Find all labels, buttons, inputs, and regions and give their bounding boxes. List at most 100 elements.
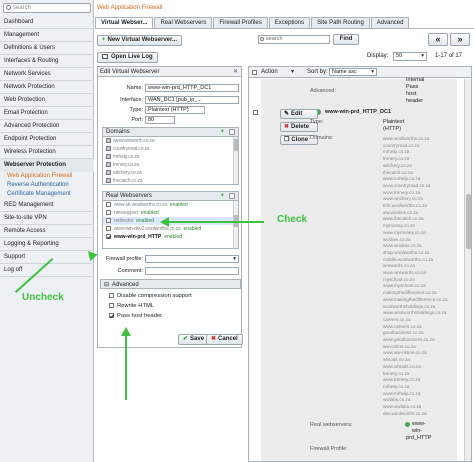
port-row: Port: 80 bbox=[98, 116, 243, 125]
search-icon bbox=[6, 5, 11, 10]
edit-button[interactable]: ✎ Edit bbox=[280, 109, 318, 119]
item-checkbox[interactable] bbox=[253, 110, 258, 115]
open-live-log-button[interactable]: Open Live Log bbox=[97, 52, 158, 63]
sidebar-item-logging-reporting[interactable]: Logging & Reporting bbox=[0, 238, 94, 251]
add-real-webserver-icon[interactable]: + bbox=[220, 192, 224, 201]
sidebar-item-management[interactable]: Management bbox=[0, 29, 94, 42]
domain-item[interactable]: mrhelp.co.za bbox=[103, 153, 238, 161]
sidebar-item-network-protection[interactable]: Network Protection bbox=[0, 81, 94, 94]
sidebar-item-reverse-authentication[interactable]: Reverse Authentication bbox=[0, 181, 94, 190]
sidebar-item-advanced-protection[interactable]: Advanced Protection bbox=[0, 120, 94, 133]
real-webserver-item[interactable]: www-uk.woolworths.co.za enabled bbox=[103, 201, 238, 209]
firewall-profile-select[interactable]: ▾ bbox=[145, 255, 239, 263]
domain-item[interactable]: trenery.co.za bbox=[103, 161, 238, 169]
tab-4[interactable]: Site Path Routing bbox=[311, 17, 370, 28]
domain-item[interactable]: www.winworth.co.za bbox=[103, 137, 238, 145]
sidebar-item-web-application-firewall[interactable]: Web Application Firewall bbox=[0, 172, 94, 181]
pass-host-header-checkbox[interactable] bbox=[109, 313, 114, 318]
pass-host-arrowhead bbox=[121, 327, 131, 336]
filter-search-input[interactable]: search bbox=[258, 35, 330, 44]
type-row: Type: Plaintext (HTTP) bbox=[98, 106, 243, 115]
domain-item[interactable]: thecatch.co.za bbox=[103, 177, 238, 185]
real-webserver-item[interactable]: www-win-prd_HTTP enabled bbox=[103, 233, 238, 241]
domain-item[interactable]: witchery.co.za bbox=[103, 169, 238, 177]
disable-compression-option[interactable]: Disable compression support bbox=[109, 293, 192, 299]
sidebar-item-web-protection[interactable]: Web Protection bbox=[0, 94, 94, 107]
domain-item[interactable]: countryroad.co.za bbox=[103, 145, 238, 153]
import-icon[interactable] bbox=[229, 129, 235, 135]
pass-host-header-option[interactable]: Pass host header bbox=[109, 313, 162, 319]
advanced-toggle[interactable]: ⊟ Advanced bbox=[100, 279, 241, 289]
sidebar-item-log-off[interactable]: Log off bbox=[0, 264, 94, 277]
name-field[interactable]: www-win-prd_HTTP_DC1 bbox=[145, 84, 239, 92]
cancel-button[interactable]: ✖ Cancel bbox=[206, 334, 243, 345]
add-domain-icon[interactable]: + bbox=[220, 128, 224, 137]
advanced-label: Advanced: bbox=[310, 88, 336, 94]
domains-scrollbar[interactable] bbox=[233, 137, 238, 184]
disable-compression-checkbox[interactable] bbox=[109, 293, 114, 298]
sidebar-search-input[interactable]: search bbox=[3, 3, 91, 13]
page-title: Web Application Firewall bbox=[97, 5, 163, 11]
tab-2[interactable]: Firewall Profiles bbox=[213, 17, 268, 28]
uncheck-annotation: Uncheck bbox=[22, 292, 64, 303]
sidebar-item-endpoint-protection[interactable]: Endpoint Protection bbox=[0, 133, 94, 146]
real-webserver-item[interactable]: www-win-dev2.woolworths.co.za enabled bbox=[103, 225, 238, 233]
display-select[interactable]: 50 ▾ bbox=[393, 52, 427, 61]
rewrite-html-option[interactable]: Rewrite HTML bbox=[109, 303, 154, 309]
edit-virtual-webserver-panel: Edit Virtual Webserver ✕ Name: www-win-prd… bbox=[97, 66, 243, 348]
comment-row: Comment: bbox=[98, 267, 243, 276]
port-label: Port: bbox=[131, 117, 143, 123]
real-webserver-item[interactable]: newsupport enabled bbox=[103, 209, 238, 217]
real-webservers-scrollbar[interactable] bbox=[233, 201, 238, 248]
close-icon[interactable]: ✕ bbox=[233, 67, 238, 77]
sort-select[interactable]: Name asc ▾ bbox=[329, 68, 377, 76]
sidebar-item-network-services[interactable]: Network Services bbox=[0, 68, 94, 81]
previous-page-button[interactable]: « bbox=[428, 33, 448, 46]
real-webserver-checkbox[interactable] bbox=[106, 218, 111, 224]
sidebar-item-interfaces-routing[interactable]: Interfaces & Routing bbox=[0, 55, 94, 68]
sidebar-item-dashboard[interactable]: Dashboard bbox=[0, 16, 94, 29]
tab-3[interactable]: Exceptions bbox=[268, 17, 311, 28]
new-virtual-webserver-button[interactable]: + New Virtual Webserver... bbox=[97, 35, 182, 46]
tab-1[interactable]: Real Webservers bbox=[154, 17, 213, 28]
interface-select[interactable]: WAN_DC1 [pub_ip_... bbox=[145, 96, 239, 104]
comment-label: Comment: bbox=[117, 268, 143, 274]
log-icon bbox=[102, 53, 108, 59]
tab-5[interactable]: Advanced bbox=[370, 17, 410, 28]
sidebar-item-site-to-site-vpn[interactable]: Site-to-site VPN bbox=[0, 212, 94, 225]
action-chevron-icon[interactable]: ▾ bbox=[291, 67, 294, 78]
tab-bar: Virtual Webser... Real Webservers Firewall… bbox=[95, 17, 410, 28]
tab-0[interactable]: Virtual Webser... bbox=[95, 17, 154, 28]
real-webserver-checkbox[interactable] bbox=[106, 226, 111, 232]
save-button[interactable]: ✔ Save bbox=[178, 334, 210, 345]
sidebar-item-definitions-users[interactable]: Definitions & Users bbox=[0, 42, 94, 55]
next-page-button[interactable]: » bbox=[450, 33, 470, 46]
real-webserver-checkbox[interactable] bbox=[106, 234, 111, 240]
sidebar-item-wireless-protection[interactable]: Wireless Protection bbox=[0, 146, 94, 159]
comment-field[interactable] bbox=[145, 267, 239, 275]
sidebar-item-certificate-management[interactable]: Certificate Management bbox=[0, 190, 94, 199]
interface-label: Interface: bbox=[120, 97, 143, 103]
sidebar-item-webserver-protection[interactable]: Webserver Protection bbox=[0, 159, 94, 172]
type-select[interactable]: Plaintext (HTTP) bbox=[145, 106, 205, 114]
real-webserver-checkbox[interactable] bbox=[106, 210, 111, 216]
virtual-webserver-list: Action ▾ Sort by: Name asc ▾ Advanced: In… bbox=[248, 66, 472, 462]
folder-icon[interactable] bbox=[229, 193, 235, 199]
domains-label: Domains: bbox=[310, 135, 334, 141]
firewall-profile-label: Firewall Profile: bbox=[310, 446, 348, 452]
select-all-checkbox[interactable] bbox=[252, 70, 257, 75]
sidebar-item-email-protection[interactable]: Email Protection bbox=[0, 107, 94, 120]
sidebar: search Dashboard Management Definitions & … bbox=[0, 0, 94, 462]
page-count: 1-17 of 17 bbox=[435, 53, 463, 59]
check-arrow bbox=[168, 221, 264, 223]
cross-icon: ✖ bbox=[211, 336, 217, 342]
rewrite-html-checkbox[interactable] bbox=[109, 303, 114, 308]
port-field[interactable]: 80 bbox=[145, 116, 175, 124]
sidebar-item-red-management[interactable]: RED Management bbox=[0, 199, 94, 212]
real-webserver-checkbox[interactable] bbox=[106, 202, 111, 208]
find-button[interactable]: Find bbox=[333, 34, 359, 45]
interface-row: Interface: WAN_DC1 [pub_ip_... bbox=[98, 96, 243, 105]
firewall-profile-label: Firewall profile: bbox=[106, 256, 143, 262]
list-scrollbar[interactable] bbox=[464, 79, 471, 461]
sidebar-item-remote-access[interactable]: Remote Access bbox=[0, 225, 94, 238]
